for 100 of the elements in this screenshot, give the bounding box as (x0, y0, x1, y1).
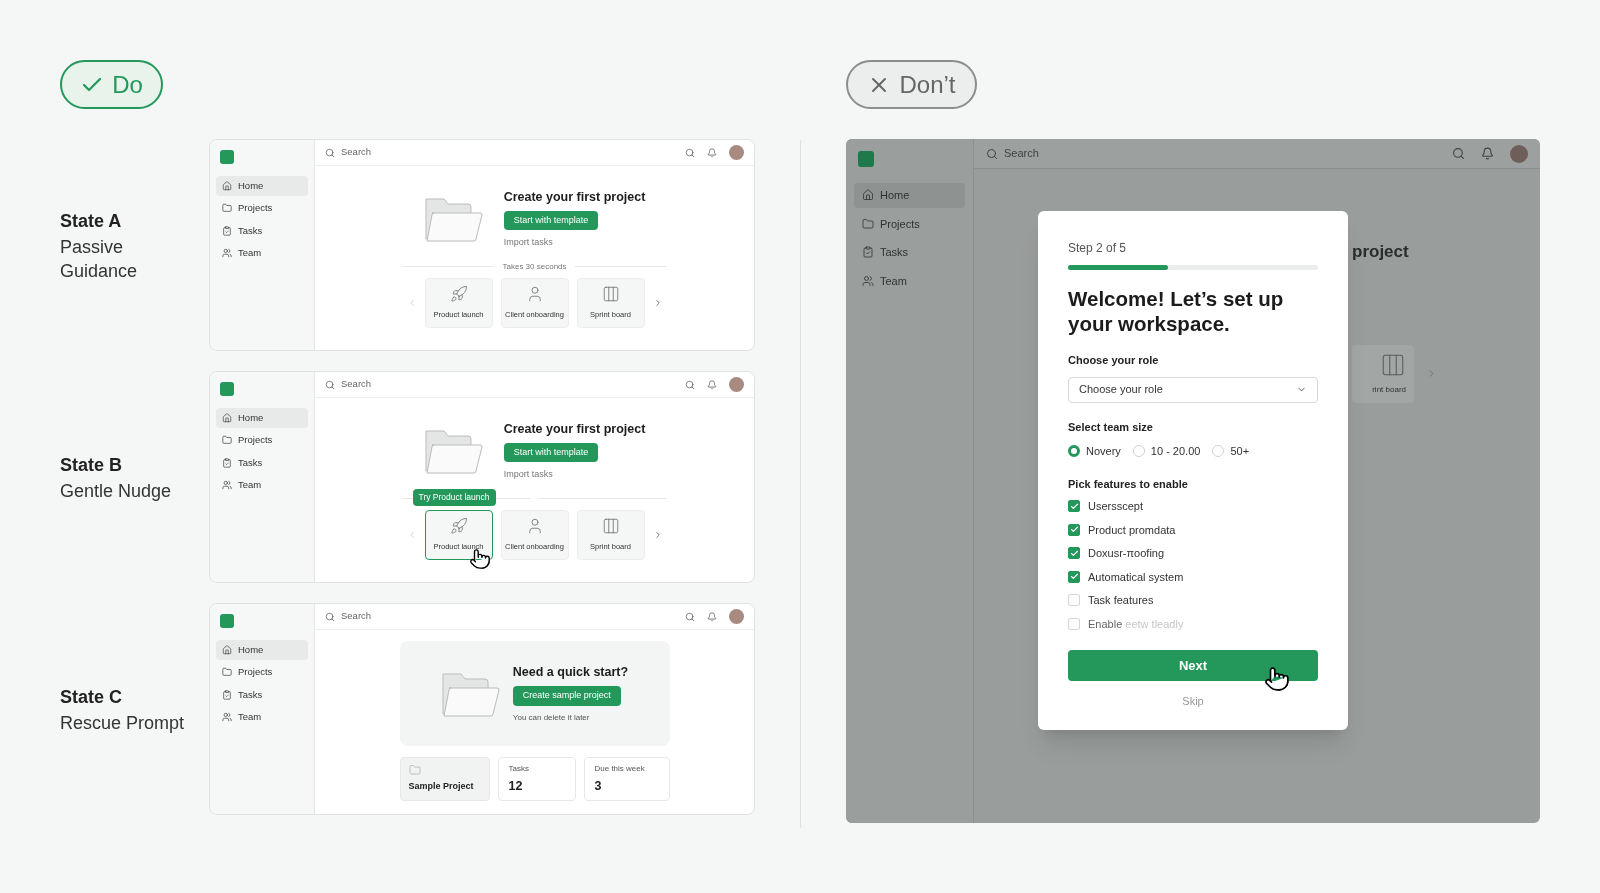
users-icon (222, 711, 232, 722)
features-label: Pick features to enable (1068, 476, 1189, 492)
clipboard-icon (222, 457, 232, 468)
users-icon (862, 274, 874, 287)
state-subtitle: Gentle Nudge (60, 479, 173, 503)
columns-icon (601, 285, 620, 304)
start-template-button[interactable]: Start with template (503, 442, 599, 463)
users-icon (222, 479, 232, 490)
search-field[interactable]: Search (325, 145, 372, 160)
app-logo (220, 614, 234, 628)
role-select[interactable]: Choose your role (1068, 376, 1318, 403)
import-link[interactable]: Import tasks (503, 236, 553, 250)
start-template-button[interactable]: Start with template (503, 210, 599, 231)
import-link[interactable]: Import tasks (503, 468, 553, 482)
rocket-icon (449, 517, 468, 536)
sidebar-item[interactable]: Home (854, 183, 965, 208)
folder-icon (408, 764, 421, 777)
state-subtitle: Passive Guidance (60, 235, 139, 283)
bell-icon[interactable] (707, 611, 717, 622)
sidebar-item[interactable]: Tasks (216, 684, 308, 705)
sidebar-item[interactable]: Home (216, 408, 308, 429)
folder-icon (222, 435, 232, 446)
avatar[interactable] (729, 377, 744, 392)
sidebar-item[interactable]: Tasks (216, 220, 308, 241)
search-icon[interactable] (685, 379, 695, 390)
do-badge: Do (60, 60, 163, 109)
heading: Need a quick start? (512, 664, 629, 682)
bell-icon[interactable] (707, 379, 717, 390)
sidebar-item[interactable]: Team (216, 474, 308, 495)
search-icon[interactable] (685, 611, 695, 622)
home-icon (222, 181, 232, 192)
avatar[interactable] (1510, 144, 1528, 163)
team-size-radio[interactable]: Novery (1068, 443, 1121, 460)
feature-checkbox[interactable]: Usersscept (1068, 498, 1318, 515)
bell-icon[interactable] (707, 147, 717, 158)
state-title: State A (60, 209, 123, 233)
folder-icon (222, 203, 232, 214)
feature-checkbox[interactable]: Product promdata (1068, 521, 1318, 538)
sample-project-card[interactable]: Sample Project (399, 757, 490, 801)
search-field[interactable]: Search (325, 377, 372, 392)
checkmark-icon (1069, 548, 1079, 558)
feature-checkbox[interactable]: Doxusr-πoofing (1068, 545, 1318, 562)
sidebar-item[interactable]: Tasks (854, 240, 965, 265)
sidebar-item[interactable]: Projects (216, 430, 308, 451)
clipboard-icon (862, 246, 874, 259)
modal-title: Welcome! Let’s set up your workspace. (1068, 286, 1285, 336)
state-title: State B (60, 453, 123, 477)
team-size-radio[interactable]: 50+ (1212, 443, 1250, 460)
search-icon (325, 147, 335, 158)
create-sample-button[interactable]: Create sample project (512, 686, 621, 706)
dont-badge: Don’t (846, 60, 977, 109)
home-icon (222, 413, 232, 424)
rocket-icon (449, 285, 468, 304)
state-title: State C (60, 685, 123, 709)
search-field[interactable]: Search (986, 145, 1039, 162)
checkmark-icon (1069, 525, 1079, 535)
search-field[interactable]: Search (325, 609, 372, 624)
home-icon (862, 189, 874, 202)
team-size-label: Select team size (1068, 419, 1154, 435)
search-icon (325, 379, 335, 390)
sidebar-item[interactable]: Projects (216, 198, 308, 219)
search-icon[interactable] (1452, 147, 1465, 160)
feature-checkbox[interactable]: Automatical system (1068, 568, 1318, 585)
time-hint: Takes 30 seconds (502, 260, 567, 273)
search-icon (986, 147, 998, 160)
app-logo (858, 151, 874, 167)
stat-value: 12 (508, 777, 524, 795)
home-icon (222, 645, 232, 656)
sidebar-item[interactable]: Team (216, 706, 308, 727)
avatar[interactable] (729, 609, 744, 624)
background-card: rint board (1352, 344, 1414, 403)
search-icon[interactable] (685, 147, 695, 158)
feature-checkbox[interactable]: Enable eetw tleadly (1068, 615, 1318, 632)
checkmark-icon (1069, 501, 1079, 511)
next-button[interactable]: Next (1068, 650, 1318, 681)
search-icon (325, 611, 335, 622)
feature-checkbox[interactable]: Task features (1068, 592, 1318, 609)
sidebar-item[interactable]: Tasks (216, 452, 308, 473)
sidebar-item[interactable]: Projects (216, 662, 308, 683)
hand-cursor-icon (1264, 666, 1290, 692)
checkmark-icon (1069, 572, 1079, 582)
state-subtitle: Rescue Prompt (60, 711, 186, 735)
clipboard-icon (222, 225, 232, 236)
team-size-radio[interactable]: 10 - 20.00 (1132, 443, 1201, 460)
avatar[interactable] (729, 145, 744, 160)
hand-cursor-icon (468, 547, 491, 570)
users-icon (222, 247, 232, 258)
stat-value: 3 (594, 777, 603, 795)
bell-icon[interactable] (1481, 147, 1494, 160)
stat-label: Due this week (594, 762, 646, 775)
columns-icon (601, 517, 620, 536)
sidebar-item[interactable]: Team (854, 268, 965, 293)
step-label: Step 2 of 5 (1068, 240, 1128, 257)
heading: Create your first project (503, 421, 646, 438)
sidebar-item[interactable]: Team (216, 242, 308, 263)
sidebar-item[interactable]: Home (216, 640, 308, 661)
app-logo (220, 382, 234, 396)
sidebar-item[interactable]: Home (216, 176, 308, 197)
role-label: Choose your role (1068, 353, 1160, 368)
sidebar-item[interactable]: Projects (854, 211, 965, 236)
